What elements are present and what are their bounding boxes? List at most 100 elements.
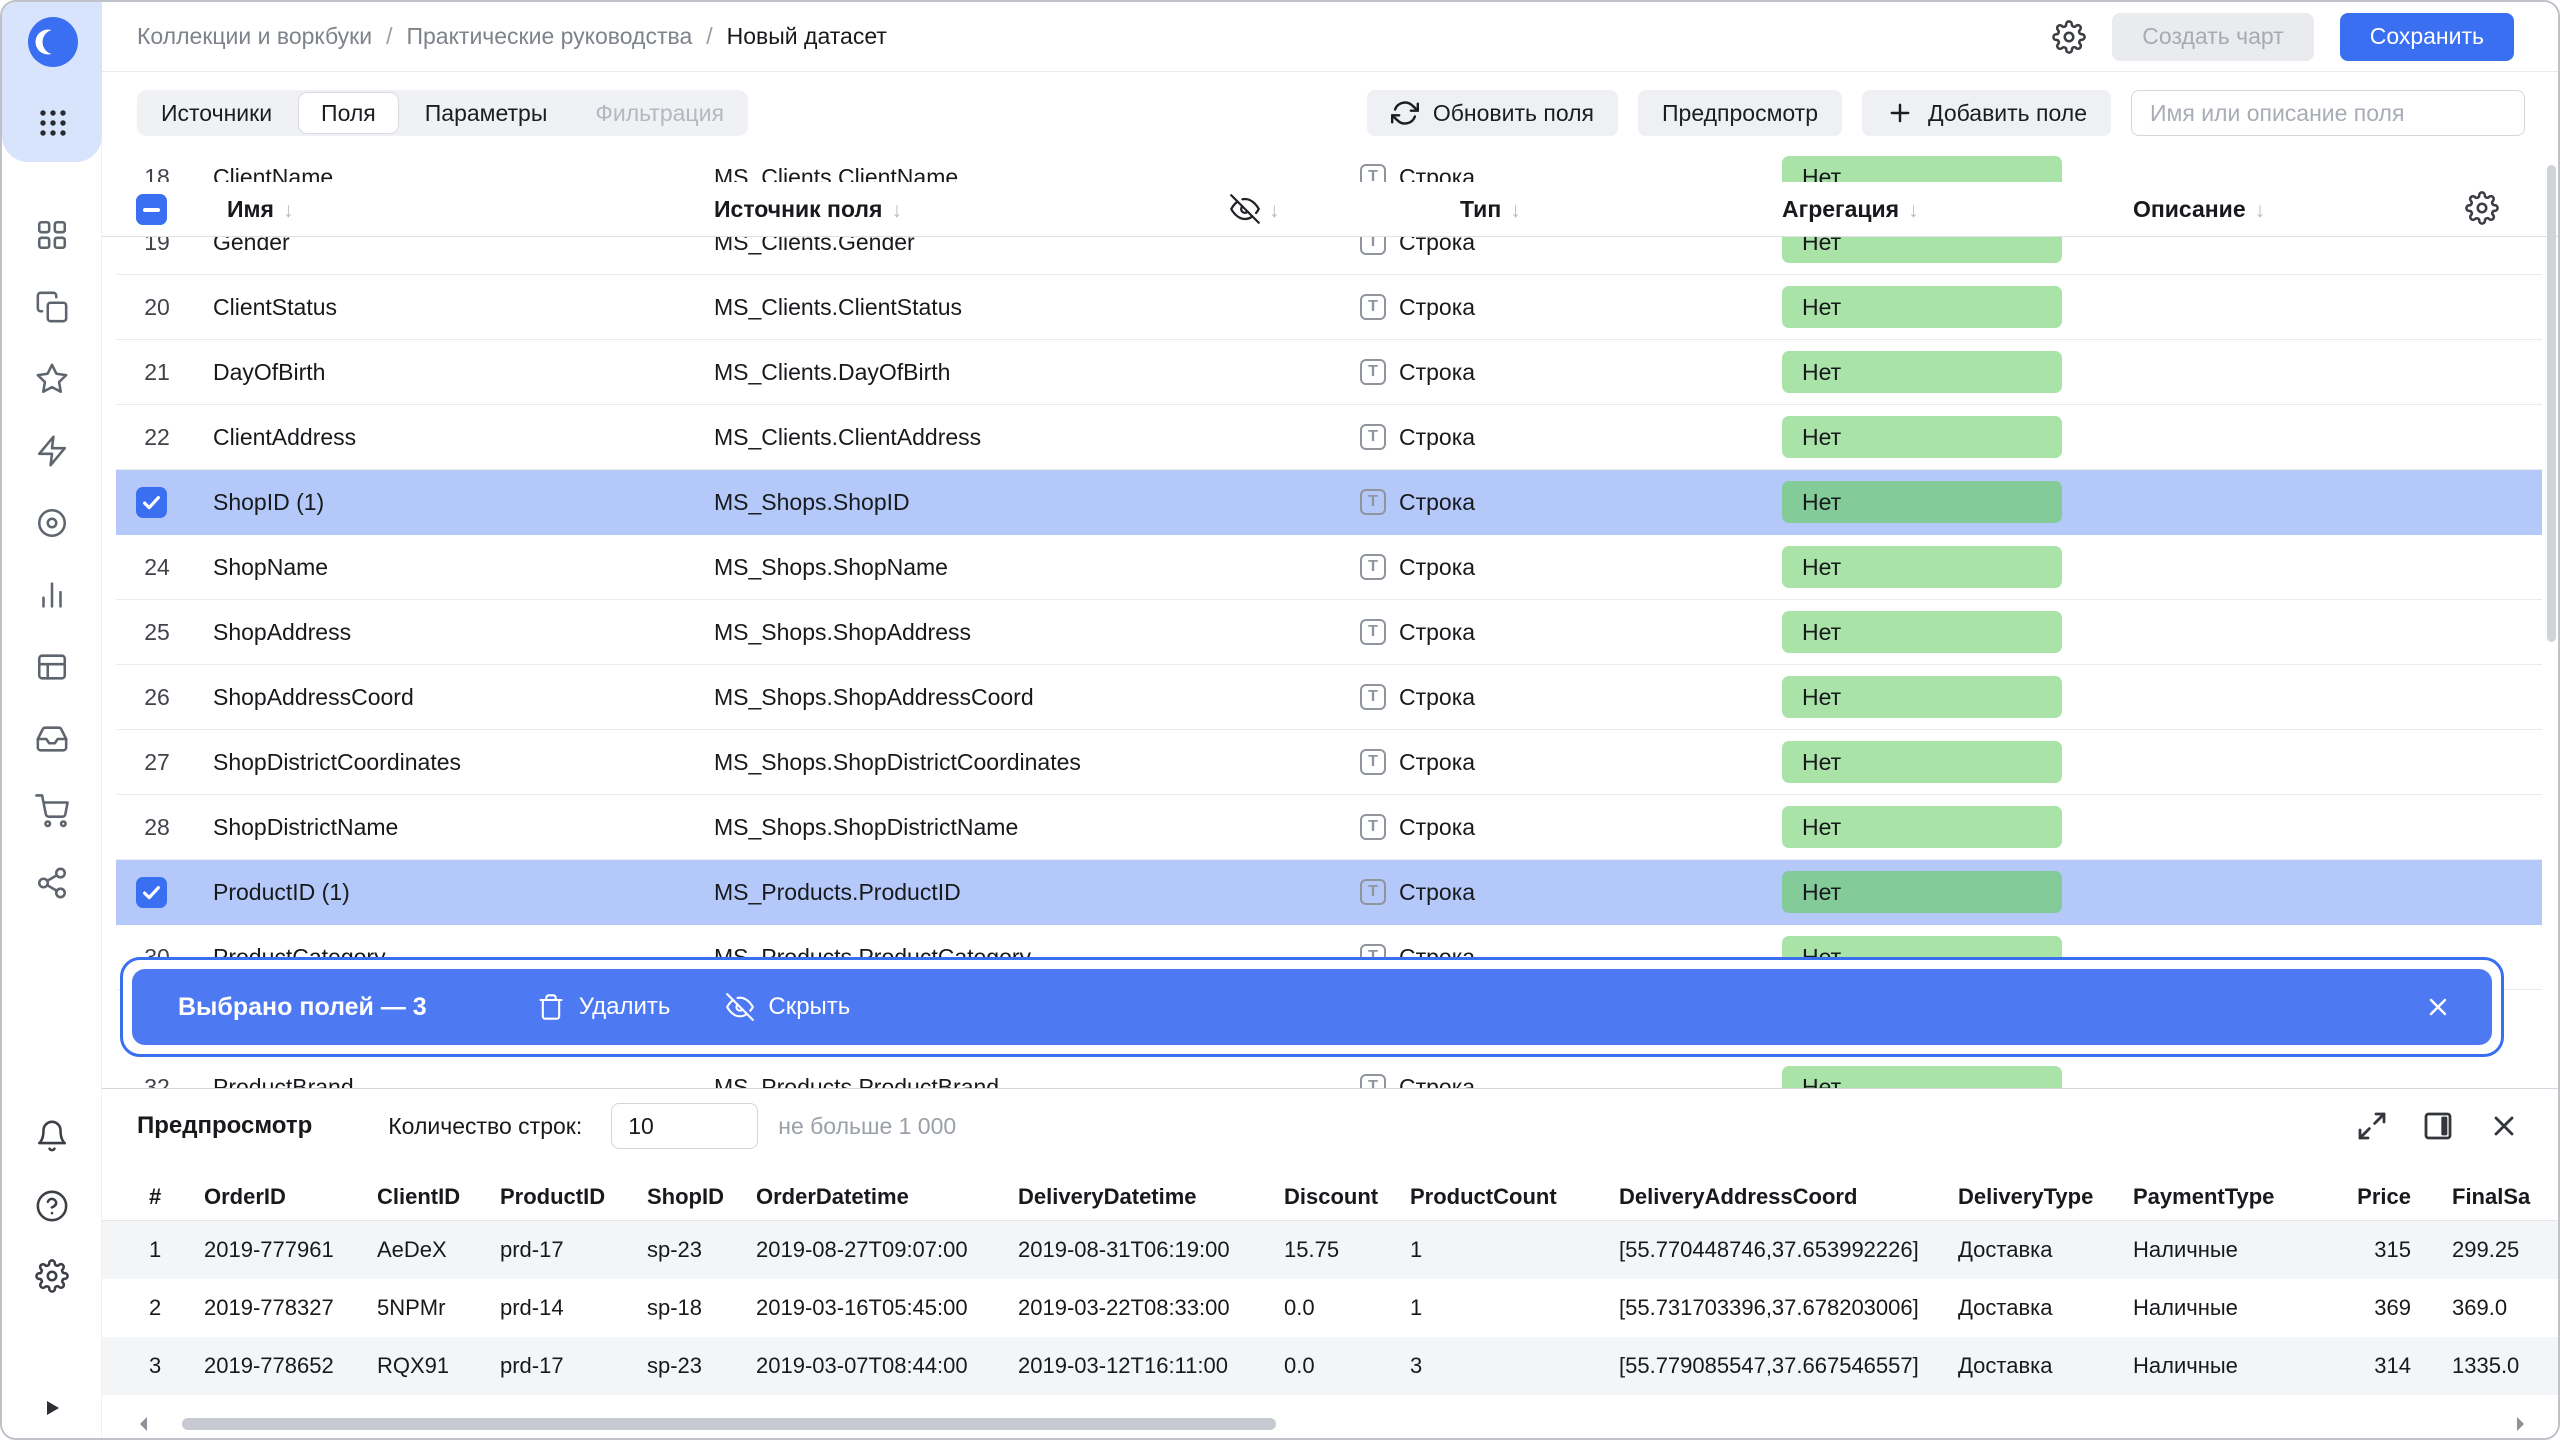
fields-vertical-scrollbar[interactable] (2547, 154, 2556, 1088)
field-row[interactable]: 22ClientAddressMS_Clients.ClientAddressT… (116, 405, 2542, 470)
column-header-name[interactable]: Имя (227, 182, 293, 236)
field-type-select[interactable]: TСтрока (1360, 470, 1475, 534)
field-name[interactable]: DayOfBirth (213, 340, 325, 404)
hide-selected-button[interactable]: Скрыть (726, 993, 850, 1021)
column-header-description[interactable]: Описание (2133, 182, 2265, 236)
aggregation-select[interactable]: Нет (1782, 1066, 2062, 1088)
flows-icon[interactable] (2, 847, 102, 919)
scroll-right-icon[interactable] (2517, 1417, 2524, 1431)
field-source[interactable]: MS_Shops.ShopDistrictName (714, 795, 1018, 859)
row-checkbox[interactable] (136, 877, 167, 908)
row-checkbox[interactable] (136, 487, 167, 518)
sidebar-expand-button[interactable] (32, 1388, 72, 1428)
preview-horizontal-scrollbar[interactable] (102, 1414, 2560, 1434)
field-type-select[interactable]: TСтрока (1360, 1055, 1475, 1088)
breadcrumb-collections[interactable]: Коллекции и воркбуки (137, 23, 372, 50)
field-source[interactable]: MS_Clients.ClientStatus (714, 275, 962, 339)
field-name[interactable]: ProductBrand (213, 1055, 354, 1088)
field-name[interactable]: ShopAddressCoord (213, 665, 414, 729)
datasets-table-icon[interactable] (2, 631, 102, 703)
aggregation-select[interactable]: Нет (1782, 806, 2062, 848)
field-type-select[interactable]: TСтрока (1360, 730, 1475, 794)
aggregation-select[interactable]: Нет (1782, 611, 2062, 653)
dataset-settings-gear-icon[interactable] (2052, 20, 2086, 54)
select-all-checkbox[interactable] (136, 194, 167, 225)
field-name[interactable]: ClientAddress (213, 405, 356, 469)
field-type-select[interactable]: TСтрока (1360, 665, 1475, 729)
field-search-input[interactable] (2131, 90, 2525, 136)
field-row[interactable]: ProductID (1) MS_Products.ProductID TСтрок… (116, 860, 2542, 925)
field-source[interactable]: MS_Shops.ShopName (714, 535, 948, 599)
field-source[interactable]: MS_Clients.ClientAddress (714, 405, 981, 469)
create-chart-button[interactable]: Создать чарт (2112, 13, 2313, 61)
aggregation-select[interactable]: Нет (1782, 741, 2062, 783)
column-header-aggregation[interactable]: Агрегация (1782, 182, 1919, 236)
tab-parameters[interactable]: Параметры (401, 90, 572, 136)
scroll-left-icon[interactable] (140, 1417, 147, 1431)
field-type-select[interactable]: TСтрока (1360, 275, 1475, 339)
notifications-bell-icon[interactable] (2, 1101, 102, 1171)
field-row[interactable]: 28ShopDistrictNameMS_Shops.ShopDistrictN… (116, 795, 2542, 860)
all-services-grid-icon[interactable] (38, 108, 68, 138)
collections-icon[interactable] (2, 271, 102, 343)
field-row[interactable]: 27ShopDistrictCoordinatesMS_Shops.ShopDi… (116, 730, 2542, 795)
grid-icon[interactable] (2, 199, 102, 271)
field-type-select[interactable]: TСтрока (1360, 860, 1475, 924)
aggregation-select[interactable]: Нет (1782, 286, 2062, 328)
save-button[interactable]: Сохранить (2340, 13, 2514, 61)
field-name[interactable]: ProductID (1) (213, 860, 350, 924)
refresh-fields-button[interactable]: Обновить поля (1367, 90, 1618, 136)
aggregation-select[interactable]: Нет (1782, 481, 2062, 523)
preview-maximize-button[interactable] (2356, 1110, 2388, 1142)
field-source[interactable]: MS_Shops.ShopDistrictCoordinates (714, 730, 1081, 794)
settings-gear-icon[interactable] (2, 1241, 102, 1311)
lens-disc-icon[interactable] (2, 487, 102, 559)
tab-fields[interactable]: Поля (298, 92, 399, 134)
aggregation-select[interactable]: Нет (1782, 351, 2062, 393)
favorites-star-icon[interactable] (2, 343, 102, 415)
add-field-button[interactable]: Добавить поле (1862, 90, 2111, 136)
field-name[interactable]: ClientStatus (213, 275, 337, 339)
field-type-select[interactable]: TСтрока (1360, 535, 1475, 599)
field-row[interactable]: 32ProductBrandMS_Products.ProductBrandTС… (116, 1055, 2542, 1088)
breadcrumb-workbook[interactable]: Практические руководства (406, 23, 692, 50)
field-row[interactable]: 21DayOfBirthMS_Clients.DayOfBirthTСтрока… (116, 340, 2542, 405)
field-type-select[interactable]: TСтрока (1360, 600, 1475, 664)
field-name[interactable]: ShopDistrictCoordinates (213, 730, 461, 794)
aggregation-select[interactable]: Нет (1782, 871, 2062, 913)
field-source[interactable]: MS_Shops.ShopID (714, 470, 910, 534)
preview-toggle-button[interactable]: Предпросмотр (1638, 90, 1842, 136)
preview-close-button[interactable] (2488, 1110, 2520, 1142)
field-type-select[interactable]: TСтрока (1360, 340, 1475, 404)
connections-zap-icon[interactable] (2, 415, 102, 487)
column-header-source[interactable]: Источник поля (714, 182, 902, 236)
field-type-select[interactable]: TСтрока (1360, 405, 1475, 469)
aggregation-select[interactable]: Нет (1782, 416, 2062, 458)
field-row[interactable]: ShopID (1) MS_Shops.ShopID TСтрока Нет (116, 470, 2542, 535)
column-header-type[interactable]: Тип (1460, 182, 1521, 236)
close-selection-toolbar-button[interactable] (2424, 993, 2452, 1021)
aggregation-select[interactable]: Нет (1782, 546, 2062, 588)
aggregation-select[interactable]: Нет (1782, 676, 2062, 718)
field-type-select[interactable]: TСтрока (1360, 795, 1475, 859)
marketplace-cart-icon[interactable] (2, 775, 102, 847)
help-icon[interactable] (2, 1171, 102, 1241)
scrollbar-thumb[interactable] (2547, 165, 2556, 642)
charts-icon[interactable] (2, 559, 102, 631)
preview-panel-position-button[interactable] (2422, 1110, 2454, 1142)
field-name[interactable]: ShopAddress (213, 600, 351, 664)
field-name[interactable]: ShopDistrictName (213, 795, 398, 859)
field-source[interactable]: MS_Products.ProductID (714, 860, 961, 924)
field-row[interactable]: 25ShopAddressMS_Shops.ShopAddressTСтрока… (116, 600, 2542, 665)
delete-selected-button[interactable]: Удалить (537, 993, 671, 1021)
storage-icon[interactable] (2, 703, 102, 775)
field-row[interactable]: 20ClientStatusMS_Clients.ClientStatusTСт… (116, 275, 2542, 340)
table-settings-gear-icon[interactable] (2465, 191, 2499, 228)
datalens-logo[interactable] (28, 17, 78, 67)
field-source[interactable]: MS_Shops.ShopAddressCoord (714, 665, 1034, 729)
field-name[interactable]: ShopID (1) (213, 470, 324, 534)
field-row[interactable]: 26ShopAddressCoordMS_Shops.ShopAddressCo… (116, 665, 2542, 730)
scrollbar-thumb[interactable] (182, 1418, 1276, 1430)
column-header-hidden[interactable] (1230, 182, 1280, 236)
field-name[interactable]: ShopName (213, 535, 328, 599)
